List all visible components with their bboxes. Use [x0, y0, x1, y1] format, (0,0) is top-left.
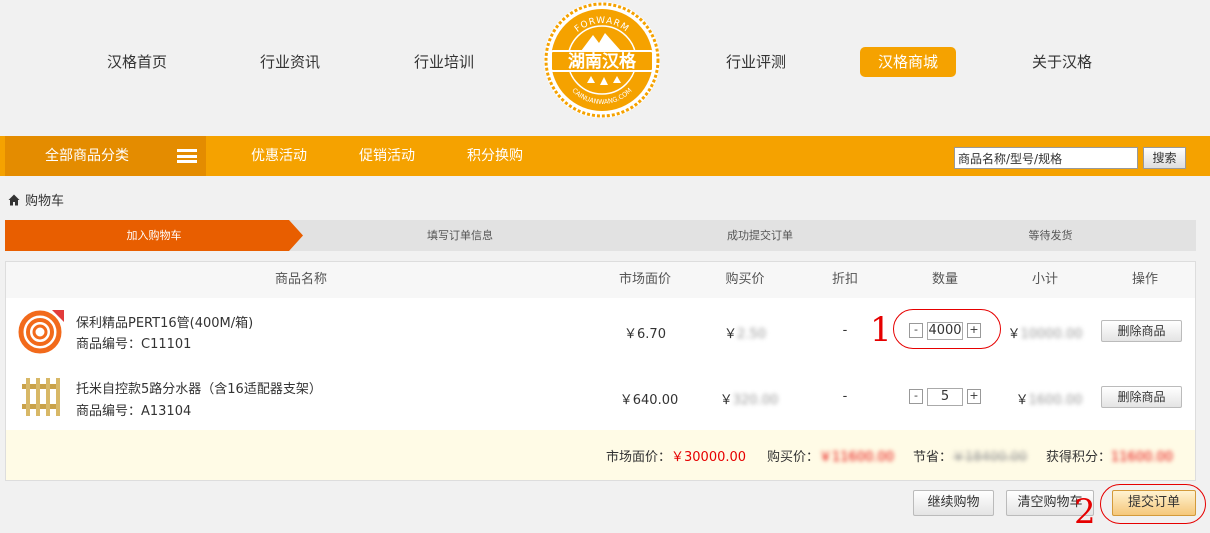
product-name[interactable]: 保利精品PERT16管(400M/箱) — [76, 312, 253, 331]
subtotal: ￥1600.00 — [1015, 393, 1083, 408]
summary-buy: 购买价：￥11600.00 — [767, 450, 895, 465]
table-row: 保利精品PERT16管(400M/箱) 商品编号：C11101 ￥6.70 ￥2… — [6, 298, 1195, 364]
annotation-ring-submit — [1100, 484, 1206, 524]
annotation-number-1: 1 — [870, 310, 892, 350]
all-categories-label: 全部商品分类 — [45, 148, 129, 164]
top-navigation: 汉格首页 行业资讯 行业培训 行业评测 汉格商城 关于汉格 FORWARM 湖南… — [0, 0, 1210, 136]
cart-table: 商品名称 市场面价 购买价 折扣 数量 小计 操作 保利精品PERT16管(40… — [5, 261, 1196, 481]
step-add-to-cart: 加入购物车 — [126, 229, 182, 242]
subtotal: ￥10000.00 — [1007, 327, 1083, 342]
breadcrumb: 购物车 — [8, 190, 64, 209]
product-thumbnail-manifold[interactable] — [18, 374, 64, 420]
delete-item-button[interactable]: 删除商品 — [1101, 320, 1182, 342]
table-row: 托米自控款5路分水器（含16适配器支架） 商品编号：A13104 ￥640.00… — [6, 364, 1195, 430]
th-quantity: 数量 — [931, 272, 959, 287]
annotation-ring-quantity — [893, 309, 1001, 349]
qty-minus-button[interactable]: - — [909, 389, 923, 404]
summary-points: 获得积分：11600.00 — [1046, 450, 1174, 465]
th-market-price: 市场面价 — [618, 272, 672, 287]
link-points-exchange[interactable]: 积分换购 — [467, 136, 523, 176]
breadcrumb-current: 购物车 — [25, 194, 65, 209]
delete-item-button[interactable]: 删除商品 — [1101, 386, 1182, 408]
product-code: 商品编号：A13104 — [76, 404, 192, 419]
step-await-shipping: 等待发货 — [1028, 229, 1073, 242]
th-action: 操作 — [1131, 272, 1159, 287]
nav-home[interactable]: 汉格首页 — [107, 47, 167, 77]
th-subtotal: 小计 — [1031, 272, 1059, 287]
buy-price: ￥320.00 — [719, 393, 779, 408]
product-code: 商品编号：C11101 — [76, 337, 192, 352]
summary-market: 市场面价：￥30000.00 — [606, 450, 747, 465]
market-price: ￥6.70 — [624, 327, 666, 342]
summary-save: 节省：￥18400.00 — [913, 450, 1028, 465]
market-price: ￥640.00 — [619, 393, 679, 408]
product-thumbnail-pipe[interactable] — [18, 308, 64, 354]
discount: - — [842, 389, 848, 404]
cart-summary: 市场面价：￥30000.00 购买价：￥11600.00 节省：￥18400.0… — [6, 430, 1195, 480]
discount: - — [842, 323, 848, 338]
step-fill-order: 填写订单信息 — [427, 229, 493, 242]
th-product-name: 商品名称 — [274, 272, 328, 287]
step-submit-order: 成功提交订单 — [727, 229, 793, 242]
quantity-stepper: - 5 + — [909, 388, 981, 406]
nav-about[interactable]: 关于汉格 — [1032, 47, 1092, 77]
nav-review[interactable]: 行业评测 — [726, 47, 786, 77]
table-header: 商品名称 市场面价 购买价 折扣 数量 小计 操作 — [6, 262, 1195, 298]
product-name[interactable]: 托米自控款5路分水器（含16适配器支架） — [76, 378, 322, 397]
home-icon[interactable] — [8, 194, 20, 206]
nav-news[interactable]: 行业资讯 — [260, 47, 320, 77]
search-input[interactable] — [954, 147, 1138, 169]
qty-plus-button[interactable]: + — [967, 389, 981, 404]
all-categories-button[interactable]: 全部商品分类 — [5, 136, 206, 176]
th-discount: 折扣 — [831, 272, 859, 287]
continue-shopping-button[interactable]: 继续购物 — [913, 490, 994, 516]
checkout-steps: 加入购物车 填写订单信息 成功提交订单 等待发货 — [5, 220, 1196, 251]
menu-icon — [177, 149, 197, 163]
annotation-number-2: 2 — [1074, 492, 1096, 532]
search-button[interactable]: 搜索 — [1143, 147, 1186, 169]
link-promotion[interactable]: 促销活动 — [359, 136, 415, 176]
buy-price: ￥2.50 — [724, 327, 766, 342]
link-discount[interactable]: 优惠活动 — [251, 136, 307, 176]
nav-training[interactable]: 行业培训 — [414, 47, 474, 77]
site-logo[interactable]: FORWARM 湖南汉格 CAINUANWANG.COM — [543, 1, 661, 119]
th-buy-price: 购买价 — [725, 272, 765, 287]
logo-main-text: 湖南汉格 — [568, 51, 637, 72]
nav-mall[interactable]: 汉格商城 — [860, 47, 957, 77]
qty-input[interactable]: 5 — [927, 388, 963, 406]
